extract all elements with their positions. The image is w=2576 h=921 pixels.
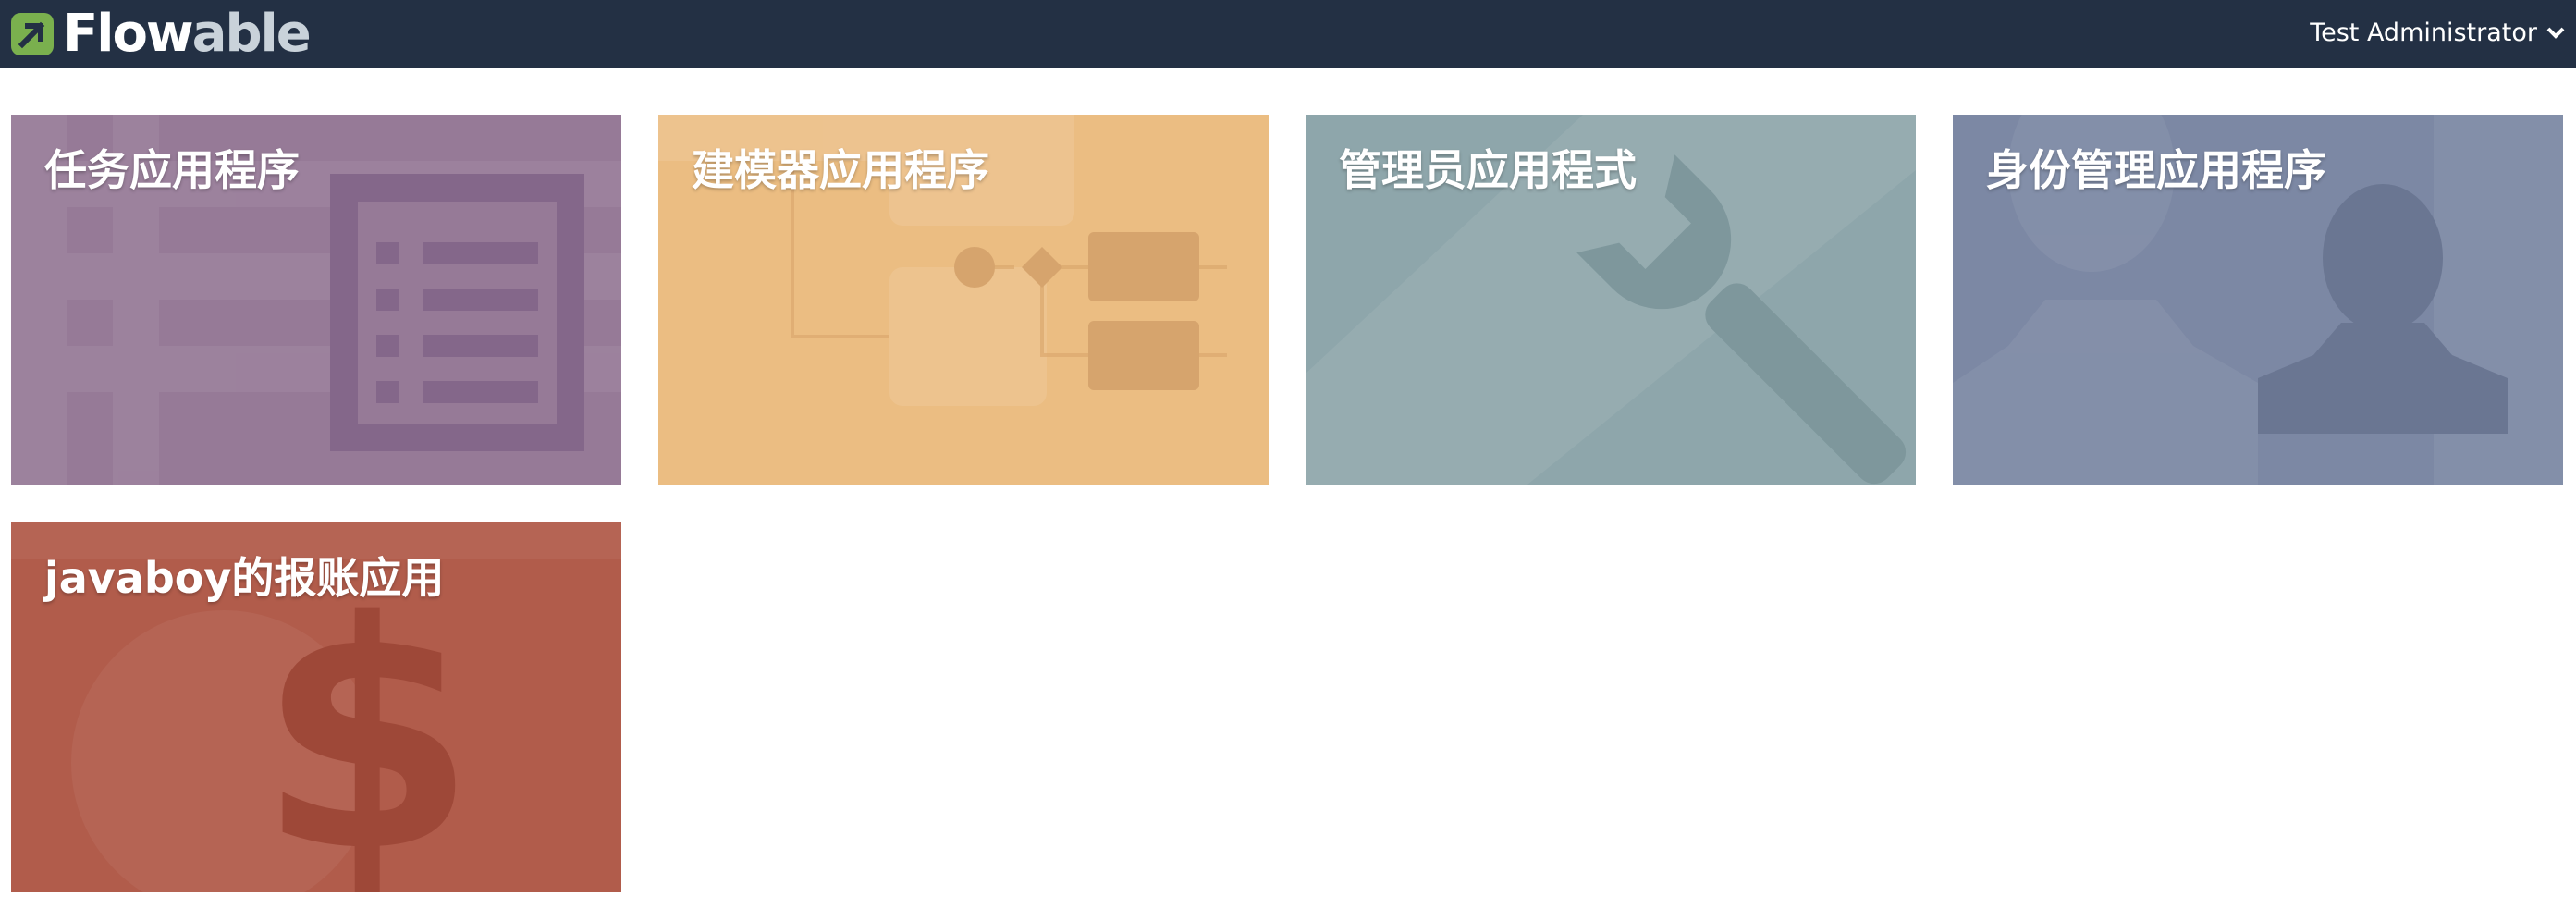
app-tile-expense[interactable]: $ javaboy的报账应用 <box>11 522 621 892</box>
app-tile-title: 管理员应用程式 <box>1339 145 1637 195</box>
user-name: Test Administrator <box>2310 18 2537 47</box>
app-tile-modeler[interactable]: 建模器应用程序 <box>658 115 1269 485</box>
logo-text: Flowable <box>63 4 312 64</box>
flowable-logo[interactable]: Flowable <box>9 4 312 64</box>
flowable-logo-icon <box>11 13 54 55</box>
user-menu[interactable]: Test Administrator <box>2310 0 2565 65</box>
app-tile-title: javaboy的报账应用 <box>44 553 445 603</box>
app-tile-title: 任务应用程序 <box>44 145 300 195</box>
app-tile-title: 身份管理应用程序 <box>1986 145 2326 195</box>
app-tile-idm[interactable]: 身份管理应用程序 <box>1953 115 2563 485</box>
app-tile-admin[interactable]: 管理员应用程式 <box>1306 115 1916 485</box>
app-tile-tasks[interactable]: 任务应用程序 <box>11 115 621 485</box>
app-tile-title: 建模器应用程序 <box>692 145 989 195</box>
top-navbar: Flowable Test Administrator <box>0 0 2576 68</box>
chevron-down-icon <box>2546 27 2565 39</box>
